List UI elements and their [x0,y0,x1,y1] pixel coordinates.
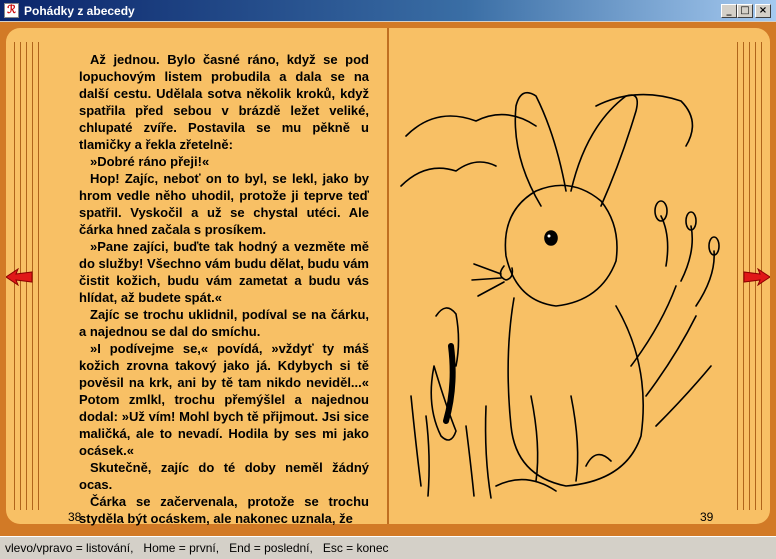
story-paragraph: »Pane zajíci, buďte tak hodný a vezměte … [79,239,369,305]
story-paragraph: Skutečně, zajíc do té doby neměl žádný o… [79,460,369,492]
left-page: Až jednou. Bylo časné ráno, když se pod … [6,28,388,527]
book-frame: Až jednou. Bylo časné ráno, když se pod … [0,22,776,536]
story-text: Až jednou. Bylo časné ráno, když se pod … [79,51,369,527]
status-bar: vlevo/vpravo = listování, Home = první, … [0,536,776,559]
story-paragraph: »I podívejme se,« povídá, »vždyť ty máš … [79,341,369,458]
story-paragraph: Až jednou. Bylo časné ráno, když se pod … [79,52,369,152]
book-spine [387,28,389,524]
next-page-arrow-icon[interactable] [742,268,770,286]
close-button[interactable]: × [755,4,771,18]
hare-illustration [400,91,720,499]
maximize-button[interactable]: □ [737,4,753,18]
status-text: vlevo/vpravo = listování, Home = první, … [5,541,389,555]
window-title: Pohádky z abecedy [24,4,135,18]
page-edge-line [38,42,39,510]
story-paragraph: Čárka se začervenala, protože se trochu … [79,494,369,526]
story-paragraph: Hop! Zajíc, neboť on to byl, se lekl, ja… [79,171,369,237]
left-page-number: 38 [68,510,82,524]
story-paragraph: Zajíc se trochu uklidnil, podíval se na … [79,307,369,339]
page-edge-line [737,42,738,510]
right-page-number: 39 [700,510,714,524]
story-paragraph: »Dobré ráno přeji!« [90,154,210,169]
title-bar: ℛ Pohádky z abecedy _ □ × [0,0,776,22]
prev-page-arrow-icon[interactable] [6,268,34,286]
minimize-button[interactable]: _ [721,4,737,18]
app-icon[interactable]: ℛ [4,3,19,18]
